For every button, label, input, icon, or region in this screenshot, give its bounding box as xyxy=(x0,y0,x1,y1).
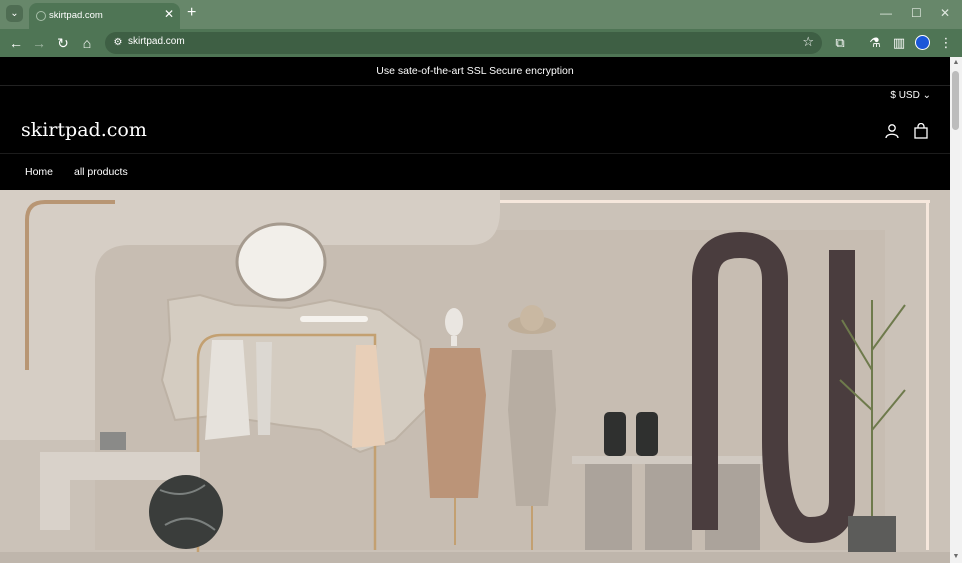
currency-label: $ USD xyxy=(890,90,920,101)
side-panel-icon[interactable]: ▥ xyxy=(889,33,909,53)
maximize-icon[interactable]: ☐ xyxy=(911,6,922,20)
new-tab-icon[interactable]: + xyxy=(187,4,196,22)
store-logo[interactable]: skirtpad.com xyxy=(21,119,147,141)
home-icon[interactable]: ⌂ xyxy=(77,33,97,53)
address-bar[interactable]: ⚙ skirtpad.com ☆ xyxy=(105,32,822,54)
announcement-bar: Use sate-of-the-art SSL Secure encryptio… xyxy=(0,57,950,86)
address-url: skirtpad.com xyxy=(128,36,185,47)
menu-kebab-icon[interactable]: ⋮ xyxy=(936,33,956,53)
tab-title: skirtpad.com xyxy=(49,10,103,21)
site-favicon-icon xyxy=(36,11,46,21)
currency-selector[interactable]: $ USD ⌄ xyxy=(890,90,931,101)
forward-icon[interactable]: → xyxy=(29,33,49,53)
close-window-icon[interactable]: ✕ xyxy=(940,6,950,20)
nav-all-products-link[interactable]: all products xyxy=(74,166,128,178)
browser-tab[interactable]: skirtpad.com ✕ xyxy=(29,3,180,29)
scroll-up-icon[interactable]: ▲ xyxy=(951,58,961,68)
site-info-icon[interactable]: ⚙ xyxy=(111,36,125,50)
header-divider xyxy=(0,153,950,154)
scroll-down-icon[interactable]: ▼ xyxy=(951,552,961,562)
close-tab-icon[interactable]: ✕ xyxy=(164,7,176,21)
reload-icon[interactable]: ↻ xyxy=(53,33,73,53)
hero-banner-image xyxy=(0,190,950,563)
tab-search-icon[interactable]: ⌄ xyxy=(6,5,23,22)
cart-icon[interactable] xyxy=(913,123,929,139)
labs-flask-icon[interactable]: ⚗ xyxy=(865,33,885,53)
back-icon[interactable]: ← xyxy=(6,33,26,53)
bookmark-star-icon[interactable]: ☆ xyxy=(802,34,814,50)
minimize-icon[interactable]: — xyxy=(880,6,892,20)
page-scrollbar[interactable] xyxy=(950,57,962,563)
chevron-down-icon: ⌄ xyxy=(922,90,931,101)
browser-toolbar: ← → ↻ ⌂ ⚙ skirtpad.com ☆ ⧉ ⚗ ▥ ⋮ xyxy=(0,29,962,57)
extensions-icon[interactable]: ⧉ xyxy=(830,33,850,53)
boutique-display-illustration xyxy=(0,190,950,563)
profile-avatar-icon[interactable] xyxy=(915,35,930,50)
account-icon[interactable] xyxy=(884,123,900,139)
browser-tab-strip: ⌄ skirtpad.com ✕ + — ☐ ✕ xyxy=(0,0,962,29)
scrollbar-thumb[interactable] xyxy=(952,71,959,130)
nav-home-link[interactable]: Home xyxy=(25,166,53,178)
web-page: Use sate-of-the-art SSL Secure encryptio… xyxy=(0,57,950,563)
